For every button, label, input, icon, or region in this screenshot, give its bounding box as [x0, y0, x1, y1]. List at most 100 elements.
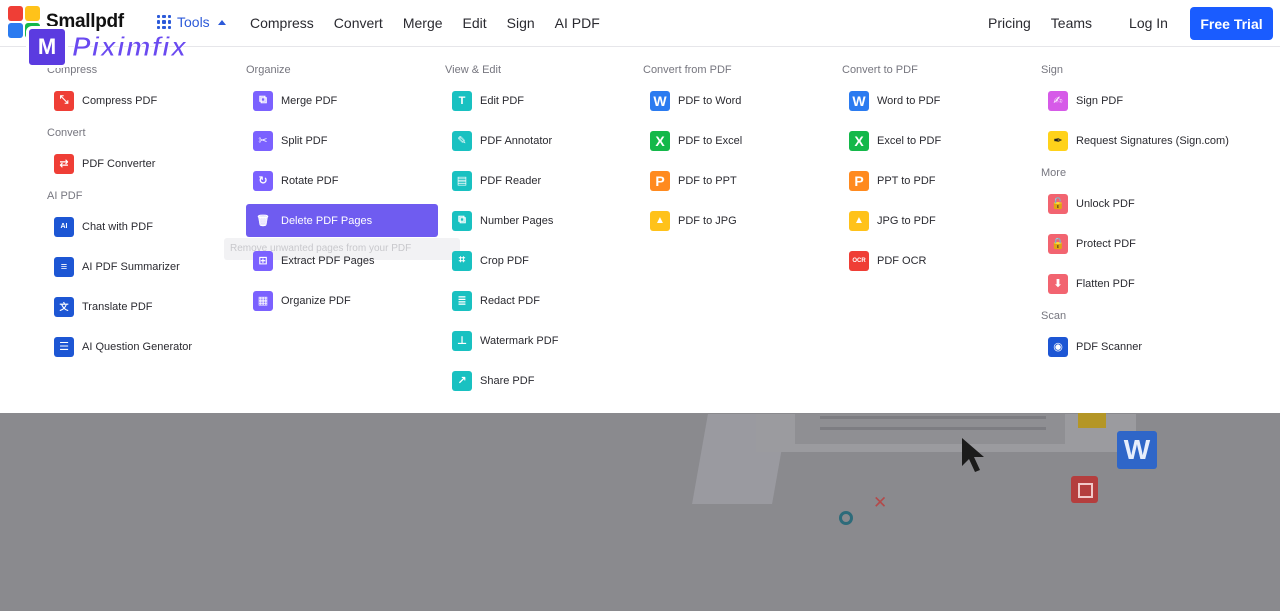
menu-item-label: Unlock PDF	[1076, 197, 1135, 210]
redact-icon: ≣	[452, 290, 472, 311]
menu-item-request-signatures[interactable]: ✒ Request Signatures (Sign.com)	[1041, 124, 1261, 157]
menu-item-number-pages[interactable]: ⧉ Number Pages	[445, 204, 635, 237]
nav-edit[interactable]: Edit	[463, 15, 487, 31]
split-icon: ✂	[253, 130, 273, 151]
cross-icon: ✕	[873, 493, 888, 512]
nav-pricing[interactable]: Pricing	[988, 15, 1031, 31]
tools-dropdown-panel: Compress ⤡ Compress PDF Convert ⇄ PDF Co…	[0, 47, 1280, 413]
menu-item-rotate-pdf[interactable]: ↻ Rotate PDF	[246, 164, 438, 197]
menu-item-excel-to-pdf[interactable]: X Excel to PDF	[842, 124, 1032, 157]
column-sign-more-scan: Sign ✍ Sign PDF ✒ Request Signatures (Si…	[1041, 63, 1261, 363]
caret-up-icon	[217, 19, 226, 25]
menu-item-pdf-converter[interactable]: ⇄ PDF Converter	[47, 147, 237, 180]
menu-item-pdf-annotator[interactable]: ✎ PDF Annotator	[445, 124, 635, 157]
pen-icon: ✒	[1048, 130, 1068, 151]
watermark-icon: ⊥	[452, 330, 472, 351]
menu-item-label: Delete PDF Pages	[281, 214, 373, 227]
unlock-icon: 🔓	[1048, 193, 1068, 214]
converter-icon: ⇄	[54, 153, 74, 174]
menu-item-pdf-to-ppt[interactable]: P PDF to PPT	[643, 164, 833, 197]
free-trial-button[interactable]: Free Trial	[1190, 7, 1273, 40]
menu-item-share-pdf[interactable]: ↗ Share PDF	[445, 364, 635, 397]
nav-ai-pdf[interactable]: AI PDF	[555, 15, 600, 31]
main-nav: Compress Convert Merge Edit Sign AI PDF	[250, 15, 600, 31]
menu-item-label: PDF Scanner	[1076, 340, 1143, 353]
menu-item-unlock-pdf[interactable]: 🔓 Unlock PDF	[1041, 187, 1261, 220]
nav-convert[interactable]: Convert	[334, 15, 383, 31]
menu-item-label: Sign PDF	[1076, 94, 1124, 107]
account-nav: Pricing Teams Log In	[988, 15, 1168, 31]
menu-item-extract-pdf-pages[interactable]: Remove unwanted pages from your PDF ⊞ Ex…	[224, 238, 460, 277]
menu-item-label: PDF to JPG	[678, 214, 737, 227]
menu-item-translate-pdf[interactable]: 文 Translate PDF	[47, 290, 237, 323]
nav-compress[interactable]: Compress	[250, 15, 314, 31]
excel-icon: X	[849, 130, 869, 151]
merge-icon: ⧉	[253, 90, 273, 111]
menu-item-edit-pdf[interactable]: T Edit PDF	[445, 84, 635, 117]
section-label-convert-to-pdf: Convert to PDF	[842, 64, 918, 76]
column-compress-convert-ai: Compress ⤡ Compress PDF Convert ⇄ PDF Co…	[47, 63, 237, 363]
menu-item-split-pdf[interactable]: ✂ Split PDF	[246, 124, 438, 157]
compress-icon: ⤡	[54, 90, 74, 111]
summarizer-icon: ≡	[54, 256, 74, 277]
watermark-m-icon: M	[26, 26, 68, 68]
column-convert-to-pdf: Convert to PDF W Word to PDF X Excel to …	[842, 63, 1032, 277]
menu-item-jpg-to-pdf[interactable]: ▲ JPG to PDF	[842, 204, 1032, 237]
menu-item-label: Merge PDF	[281, 94, 338, 107]
section-label-convert: Convert	[47, 127, 86, 139]
menu-item-sign-pdf[interactable]: ✍ Sign PDF	[1041, 84, 1261, 117]
menu-item-label: Chat with PDF	[82, 220, 153, 233]
menu-item-label: Request Signatures (Sign.com)	[1076, 134, 1229, 147]
menu-item-compress-pdf[interactable]: ⤡ Compress PDF	[47, 84, 237, 117]
menu-item-label: Redact PDF	[480, 294, 540, 307]
section-label-sign: Sign	[1041, 64, 1064, 76]
menu-item-label: Translate PDF	[82, 300, 153, 313]
menu-item-pdf-to-jpg[interactable]: ▲ PDF to JPG	[643, 204, 833, 237]
compress-icon	[1071, 476, 1098, 503]
menu-item-merge-pdf[interactable]: ⧉ Merge PDF	[246, 84, 438, 117]
annotator-icon: ✎	[452, 130, 472, 151]
menu-item-label: Compress PDF	[82, 94, 158, 107]
menu-item-label: PDF to Word	[678, 94, 742, 107]
menu-item-pdf-reader[interactable]: ▤ PDF Reader	[445, 164, 635, 197]
watermark-logo: M Piximfix	[26, 26, 187, 68]
menu-item-label: Crop PDF	[480, 254, 529, 267]
menu-item-flatten-pdf[interactable]: ⬇ Flatten PDF	[1041, 267, 1261, 300]
share-icon: ↗	[452, 370, 472, 391]
menu-item-label: PDF Reader	[480, 174, 542, 187]
menu-item-crop-pdf[interactable]: ⌗ Crop PDF	[445, 244, 635, 277]
jpg-icon: ▲	[650, 210, 670, 231]
sign-icon: ✍	[1048, 90, 1068, 111]
number-icon: ⧉	[452, 210, 472, 231]
menu-item-pdf-scanner[interactable]: ◉ PDF Scanner	[1041, 330, 1261, 363]
top-navbar: Smallpdf Tools Compress Convert Merge Ed…	[0, 0, 1280, 47]
nav-sign[interactable]: Sign	[507, 15, 535, 31]
menu-item-ai-summarizer[interactable]: ≡ AI PDF Summarizer	[47, 250, 237, 283]
column-organize: Organize ⧉ Merge PDF ✂ Split PDF ↻ Rotat…	[224, 63, 460, 317]
menu-item-delete-pdf-pages[interactable]: 🗑 Delete PDF Pages	[246, 204, 438, 237]
translate-icon: 文	[54, 296, 74, 317]
login-link[interactable]: Log In	[1129, 15, 1168, 31]
menu-item-ai-question-generator[interactable]: ☰ AI Question Generator	[47, 330, 237, 363]
nav-teams[interactable]: Teams	[1051, 15, 1092, 31]
menu-item-label: PDF to PPT	[678, 174, 737, 187]
menu-item-redact-pdf[interactable]: ≣ Redact PDF	[445, 284, 635, 317]
menu-item-label: Number Pages	[480, 214, 554, 227]
menu-item-ppt-to-pdf[interactable]: P PPT to PDF	[842, 164, 1032, 197]
menu-item-pdf-to-word[interactable]: W PDF to Word	[643, 84, 833, 117]
nav-merge[interactable]: Merge	[403, 15, 443, 31]
menu-item-protect-pdf[interactable]: 🔒 Protect PDF	[1041, 227, 1261, 260]
menu-item-label: Split PDF	[281, 134, 328, 147]
menu-item-organize-pdf[interactable]: ▦ Organize PDF	[246, 284, 438, 317]
menu-item-pdf-ocr[interactable]: OCR PDF OCR	[842, 244, 1032, 277]
menu-item-word-to-pdf[interactable]: W Word to PDF	[842, 84, 1032, 117]
menu-item-label: Word to PDF	[877, 94, 941, 107]
crop-icon: ⌗	[452, 250, 472, 271]
menu-item-chat-with-pdf[interactable]: AI Chat with PDF	[47, 210, 237, 243]
menu-item-label: PDF to Excel	[678, 134, 743, 147]
menu-item-label: Watermark PDF	[480, 334, 559, 347]
lock-icon: 🔒	[1048, 233, 1068, 254]
menu-item-watermark-pdf[interactable]: ⊥ Watermark PDF	[445, 324, 635, 357]
menu-item-label: Share PDF	[480, 374, 535, 387]
menu-item-pdf-to-excel[interactable]: X PDF to Excel	[643, 124, 833, 157]
